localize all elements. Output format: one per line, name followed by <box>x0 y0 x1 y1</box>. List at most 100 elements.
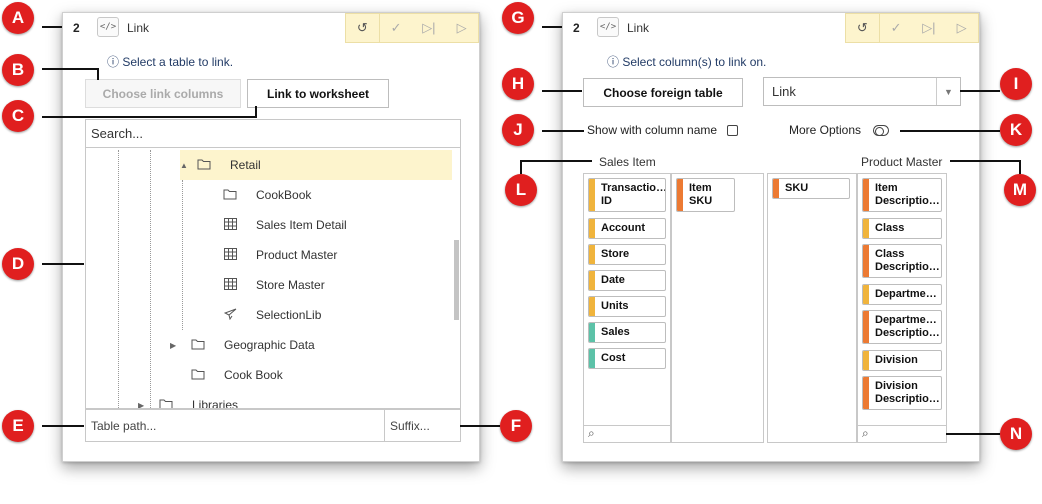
column-chip[interactable]: Class Descriptio… <box>862 244 942 278</box>
search-icon[interactable]: ⌕ <box>584 425 670 442</box>
column-chip[interactable]: Departme… <box>862 284 942 305</box>
expand-caret-icon[interactable]: ▶ <box>170 341 182 350</box>
leader-line <box>960 90 1000 92</box>
column-chip[interactable]: Class <box>862 218 942 239</box>
folder-icon <box>158 398 174 408</box>
column-chip[interactable]: Cost <box>588 348 666 369</box>
callout-c: C <box>2 100 34 132</box>
sales-item-columns: Transactio… ID Account Store Date Units … <box>583 173 671 443</box>
tree-item-cookbook[interactable]: CookBook <box>222 180 311 210</box>
column-chip[interactable]: Account <box>588 218 666 239</box>
link-type-select[interactable]: Link ▼ <box>763 77 961 106</box>
expand-caret-icon[interactable]: ▶ <box>138 401 150 409</box>
cell-number: 2 <box>73 21 80 35</box>
callout-i: I <box>1000 68 1032 100</box>
tree-guide <box>150 150 151 408</box>
search-input[interactable]: Search... <box>86 120 460 148</box>
tree-item-cook-book[interactable]: Cook Book <box>190 360 283 390</box>
leader-line <box>946 433 1000 435</box>
cell-header: 2 </> Link ↺ ✓ ▷| ▷ <box>63 13 479 43</box>
leader-line <box>542 26 562 28</box>
cell-header: 2 </> Link ↺ ✓ ▷| ▷ <box>563 13 979 43</box>
option-label: More Options <box>789 123 862 137</box>
table-path-input[interactable]: Table path... <box>85 409 385 442</box>
callout-h: H <box>502 68 534 100</box>
cell-toolbar: ↺ ✓ ▷| ▷ <box>845 13 979 43</box>
column-chip[interactable]: Sales <box>588 322 666 343</box>
chevron-down-icon: ▼ <box>936 78 960 105</box>
tree-item-retail[interactable]: ▲ Retail <box>180 150 452 180</box>
code-toggle-icon[interactable]: </> <box>597 17 619 37</box>
search-icon[interactable]: ⌕ <box>858 425 946 442</box>
folder-icon <box>190 368 206 383</box>
column-chip[interactable]: Division <box>862 350 942 371</box>
product-master-columns: Item Descriptio… Class Class Descriptio…… <box>857 173 947 443</box>
leader-line <box>520 160 522 174</box>
paper-plane-icon <box>222 308 238 323</box>
leader-line <box>42 425 84 427</box>
leader-line <box>97 68 99 80</box>
callout-n: N <box>1000 418 1032 450</box>
leader-line <box>520 160 592 162</box>
step-icon[interactable]: ▷| <box>913 14 946 42</box>
table-browser: Search... ▲ Retail CookBook Sales Item D… <box>85 119 461 409</box>
leader-line <box>255 106 257 118</box>
column-chip[interactable]: Store <box>588 244 666 265</box>
check-icon[interactable]: ✓ <box>880 14 913 42</box>
run-icon[interactable]: ▷ <box>945 14 978 42</box>
tree-item-libraries[interactable]: ▶ Libraries <box>138 390 238 409</box>
leader-line <box>542 90 582 92</box>
check-icon[interactable]: ✓ <box>380 14 413 42</box>
cell-type-label: Link <box>127 21 150 35</box>
column-chip[interactable]: Departme… Descriptio… <box>862 310 942 344</box>
leader-line <box>42 116 256 118</box>
step-icon[interactable]: ▷| <box>413 14 446 42</box>
link-to-worksheet-button[interactable]: Link to worksheet <box>247 79 389 108</box>
column-chip[interactable]: Transactio… ID <box>588 178 666 212</box>
undo-icon[interactable]: ↺ <box>846 14 880 42</box>
callout-a: A <box>2 2 34 34</box>
show-with-column-name-option[interactable]: Show with column name <box>587 123 739 137</box>
tree-item-product-master[interactable]: Product Master <box>222 240 337 270</box>
folder-icon <box>196 158 212 173</box>
expand-caret-icon[interactable]: ▲ <box>180 161 192 170</box>
choose-link-columns-button[interactable]: Choose link columns <box>85 79 241 108</box>
info-text: ⓘ Select column(s) to link on. <box>607 55 767 69</box>
tree-item-store-master[interactable]: Store Master <box>222 270 325 300</box>
more-options-option[interactable]: More Options <box>789 123 890 137</box>
toggle-icon[interactable] <box>873 124 890 136</box>
linked-column-chip[interactable]: Item SKU <box>676 178 735 212</box>
cell-toolbar: ↺ ✓ ▷| ▷ <box>345 13 479 43</box>
tree-item-label: Store Master <box>256 278 325 292</box>
callout-d: D <box>2 248 34 280</box>
choose-foreign-table-button[interactable]: Choose foreign table <box>583 78 743 107</box>
tree-item-geographic-data[interactable]: ▶ Geographic Data <box>170 330 315 360</box>
folder-icon <box>190 338 206 353</box>
column-chip[interactable]: Item Descriptio… <box>862 178 942 212</box>
tree-guide <box>118 150 119 408</box>
tree-item-sales-item-detail[interactable]: Sales Item Detail <box>222 210 347 240</box>
callout-b: B <box>2 54 34 86</box>
column-chip[interactable]: Units <box>588 296 666 317</box>
run-icon[interactable]: ▷ <box>445 14 478 42</box>
linked-column-chip[interactable]: SKU <box>772 178 850 199</box>
checkbox-icon[interactable] <box>727 124 739 136</box>
folder-icon <box>222 188 238 203</box>
column-chip[interactable]: Division Descriptio… <box>862 376 942 410</box>
suffix-input[interactable]: Suffix... <box>384 409 461 442</box>
tree-item-selectionlib[interactable]: SelectionLib <box>222 300 321 330</box>
scrollbar[interactable] <box>454 240 459 320</box>
info-text: ⓘ Select a table to link. <box>107 55 234 69</box>
callout-e: E <box>2 410 34 442</box>
leader-line <box>42 26 62 28</box>
left-link-cell: 2 </> Link ↺ ✓ ▷| ▷ ⓘ Select a table to … <box>62 12 480 462</box>
column-chip[interactable]: Date <box>588 270 666 291</box>
leader-line <box>900 130 1000 132</box>
right-table-title: Product Master <box>861 155 943 169</box>
code-toggle-icon[interactable]: </> <box>97 17 119 37</box>
undo-icon[interactable]: ↺ <box>346 14 380 42</box>
table-icon <box>222 247 238 263</box>
table-icon <box>222 277 238 293</box>
leader-line <box>950 160 1020 162</box>
leader-line <box>42 263 84 265</box>
